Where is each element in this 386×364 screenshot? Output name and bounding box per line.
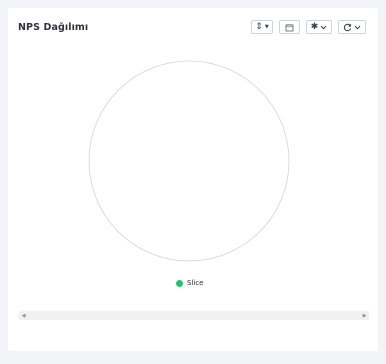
nps-card: NPS Dağılımı ⇕ ▼ ✱ Slice ◀ ▶ [8,8,378,351]
pie-chart [88,60,290,262]
horizontal-scrollbar[interactable]: ◀ ▶ [19,311,369,320]
legend-item-slice[interactable]: Slice [176,279,204,287]
pie-outline [88,60,290,262]
scroll-left-icon[interactable]: ◀ [19,311,28,320]
legend-swatch [176,279,183,287]
scroll-right-icon[interactable]: ▶ [360,311,369,320]
legend-label: Slice [187,279,204,287]
